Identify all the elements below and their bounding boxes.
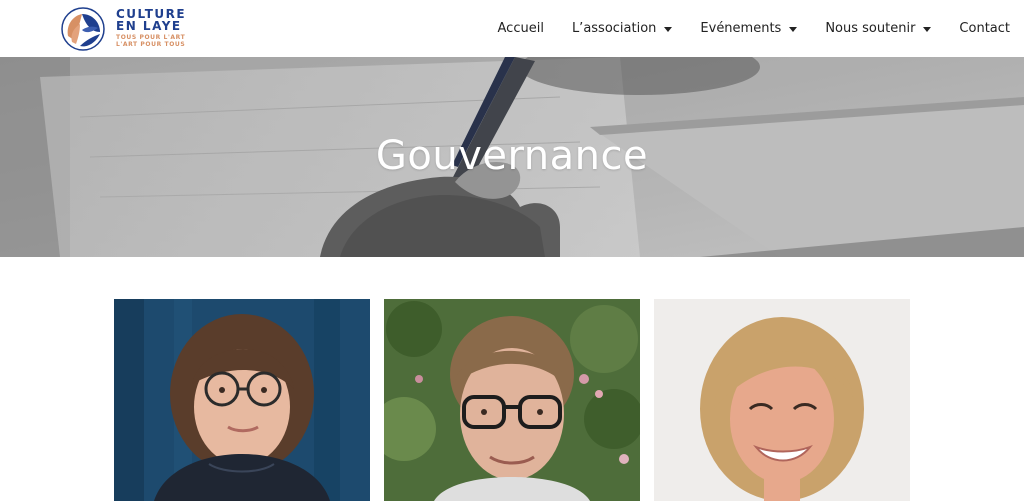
page-title: Gouvernance <box>375 133 649 179</box>
nav-item-association[interactable]: L’association <box>571 21 673 36</box>
hero-banner: Gouvernance <box>0 57 1024 257</box>
nav-item-label: Evénements <box>700 21 782 36</box>
site-logo[interactable]: CULTURE EN LAYE TOUS POUR L'ART L'ART PO… <box>60 6 200 52</box>
nav-item-accueil[interactable]: Accueil <box>498 21 544 36</box>
portrait-woman-blonde-image <box>654 299 910 501</box>
team-member-card <box>654 299 910 501</box>
nav-item-label: L’association <box>571 21 657 36</box>
logo-text: CULTURE EN LAYE TOUS POUR L'ART L'ART PO… <box>116 8 186 48</box>
portrait-man-glasses-image <box>384 299 640 501</box>
nav-item-label: Contact <box>959 21 1010 36</box>
team-member-card <box>384 299 640 501</box>
caret-down-icon <box>789 26 798 32</box>
main-navigation: Accueil L’association Evénements Nous so… <box>498 0 1010 57</box>
site-header: CULTURE EN LAYE TOUS POUR L'ART L'ART PO… <box>0 0 1024 57</box>
logo-leaf-icon <box>61 7 105 51</box>
nav-item-nous-soutenir[interactable]: Nous soutenir <box>825 21 932 36</box>
team-section <box>0 257 1024 501</box>
nav-item-evenements[interactable]: Evénements <box>700 21 798 36</box>
caret-down-icon <box>664 26 673 32</box>
logo-tagline-line2: L'ART POUR TOUS <box>116 41 186 48</box>
team-member-card <box>114 299 370 501</box>
logo-tagline-line1: TOUS POUR L'ART <box>116 34 186 41</box>
nav-item-label: Nous soutenir <box>825 21 916 36</box>
nav-item-contact[interactable]: Contact <box>959 21 1010 36</box>
nav-item-label: Accueil <box>497 21 544 36</box>
portrait-woman-glasses-image <box>114 299 370 501</box>
logo-name-line2: EN LAYE <box>116 19 182 33</box>
caret-down-icon <box>923 26 932 32</box>
